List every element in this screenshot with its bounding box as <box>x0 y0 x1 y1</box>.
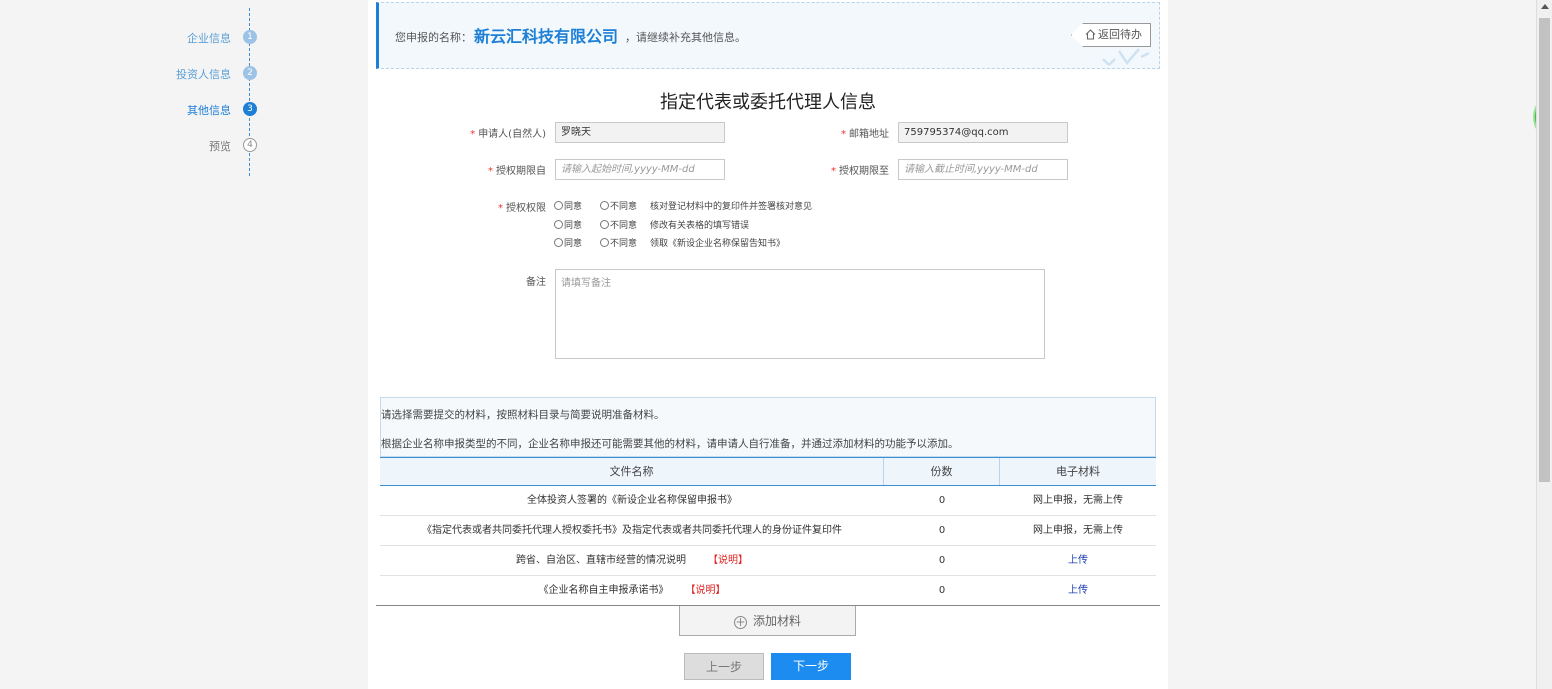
step-number: 4 <box>243 138 257 152</box>
auth-scope-label: * 授权权限 <box>498 203 546 214</box>
email-label: * 邮箱地址 <box>841 129 889 140</box>
electronic-cell: 网上申报，无需上传 <box>1033 525 1123 536</box>
disagree-radio[interactable]: 不同意 <box>600 236 637 249</box>
auth-end-label: * 授权期限至 <box>831 166 889 177</box>
banner-prefix: 您申报的名称： <box>395 31 472 44</box>
count-cell: 0 <box>938 495 946 506</box>
auth-option-desc: 领取《新设企业名称保留告知书》 <box>650 239 786 249</box>
auth-option-desc: 修改有关表格的填写错误 <box>650 221 750 231</box>
table-row: 《指定代表或者共同委托代理人授权委托书》及指定代表或者共同委托代理人的身份证件复… <box>380 516 1156 546</box>
disagree-radio[interactable]: 不同意 <box>600 199 637 212</box>
add-material-button[interactable]: + 添加材料 <box>679 606 856 636</box>
disagree-radio[interactable]: 不同意 <box>600 218 637 231</box>
required-mark: * <box>488 166 493 177</box>
banner-suffix: ，请继续补充其他信息。 <box>625 31 746 44</box>
auth-start-date-input[interactable]: 请输入起始时间,yyyy-MM-dd <box>555 159 725 180</box>
back-to-todo-label: 返回待办 <box>1098 28 1142 41</box>
auth-end-date-input[interactable]: 请输入截止时间,yyyy-MM-dd <box>898 159 1068 180</box>
next-step-button[interactable]: 下一步 <box>771 653 851 680</box>
required-mark: * <box>498 203 503 214</box>
agree-radio[interactable]: 同意 <box>554 199 582 212</box>
electronic-cell: 网上申报，无需上传 <box>1033 495 1123 506</box>
notice-line: 根据企业名称申报类型的不同，企业名称申报还可能需要其他的材料，请申请人自行准备，… <box>381 438 959 450</box>
radio-icon <box>600 238 609 247</box>
radio-icon <box>600 201 609 210</box>
vertical-scrollbar[interactable] <box>1536 0 1552 689</box>
file-name-cell: 跨省、自治区、直辖市经营的情况说明 【说明】 <box>516 555 748 566</box>
remark-textarea[interactable]: 请填写备注 <box>555 269 1045 359</box>
required-mark: * <box>831 166 836 177</box>
table-row: 全体投资人签署的《新设企业名称保留申报书》 0 网上申报，无需上传 <box>380 486 1156 516</box>
table-row: 跨省、自治区、直辖市经营的情况说明 【说明】 0 上传 <box>380 546 1156 576</box>
count-cell: 0 <box>938 525 946 536</box>
step-label: 企业信息 <box>187 32 231 45</box>
step-investor-info[interactable]: 投资人信息 2 <box>0 64 262 82</box>
progress-stepper: 企业信息 1 投资人信息 2 其他信息 3 预览 4 <box>0 0 370 689</box>
step-other-info[interactable]: 其他信息 3 <box>0 100 262 118</box>
radio-icon <box>600 220 609 229</box>
required-mark: * <box>470 129 476 140</box>
upload-link[interactable]: 上传 <box>1068 585 1088 596</box>
application-banner: 您申报的名称： 新云汇科技有限公司 ，请继续补充其他信息。 返回待办 <box>376 2 1160 69</box>
auth-start-label: * 授权期限自 <box>488 166 546 177</box>
radio-icon <box>554 220 563 229</box>
prev-step-button[interactable]: 上一步 <box>684 653 764 680</box>
radio-icon <box>554 238 563 247</box>
home-icon <box>1085 29 1096 40</box>
electronic-cell: 上传 <box>1000 546 1156 575</box>
step-label: 其他信息 <box>187 104 231 117</box>
count-cell: 0 <box>938 555 946 566</box>
explain-link[interactable]: 【说明】 <box>691 585 726 596</box>
step-preview[interactable]: 预览 4 <box>0 136 262 154</box>
materials-notice: 请选择需要提交的材料，按照材料目录与简要说明准备材料。 根据企业名称申报类型的不… <box>380 397 1156 457</box>
email-field[interactable]: 759795374@qq.com <box>898 122 1068 143</box>
step-label: 投资人信息 <box>176 68 231 81</box>
required-mark: * <box>841 129 846 140</box>
form-title: 指定代表或委托代理人信息 <box>660 92 876 113</box>
radio-icon <box>554 201 563 210</box>
header-count: 份数 <box>884 458 1000 485</box>
table-header: 文件名称 份数 电子材料 <box>380 457 1156 486</box>
company-name: 新云汇科技有限公司 <box>474 27 619 46</box>
scrollbar-thumb[interactable] <box>1539 18 1550 482</box>
scroll-up-arrow-icon[interactable] <box>1541 4 1549 9</box>
header-filename: 文件名称 <box>380 458 884 485</box>
applicant-label: * 申请人(自然人) <box>470 129 546 140</box>
agree-radio[interactable]: 同意 <box>554 218 582 231</box>
add-material-label: 添加材料 <box>752 614 801 628</box>
remark-label: 备注 <box>526 277 546 288</box>
step-company-info[interactable]: 企业信息 1 <box>0 28 262 46</box>
file-name-cell: 《企业名称自主申报承诺书》 【说明】 <box>538 585 726 596</box>
plus-circle-icon: + <box>733 615 747 629</box>
step-number: 1 <box>243 30 257 44</box>
notice-line: 请选择需要提交的材料，按照材料目录与简要说明准备材料。 <box>381 409 665 421</box>
decorative-pattern-icon <box>1102 48 1150 66</box>
auth-option-desc: 核对登记材料中的复印件并签署核对意见 <box>650 202 813 212</box>
step-number: 2 <box>243 66 257 80</box>
file-name-cell: 全体投资人签署的《新设企业名称保留申报书》 <box>527 495 737 506</box>
agree-radio[interactable]: 同意 <box>554 236 582 249</box>
step-number: 3 <box>243 102 257 116</box>
file-name-cell: 《指定代表或者共同委托代理人授权委托书》及指定代表或者共同委托代理人的身份证件复… <box>422 525 842 536</box>
header-electronic: 电子材料 <box>1056 465 1100 478</box>
count-cell: 0 <box>938 585 946 596</box>
table-row: 《企业名称自主申报承诺书》 【说明】 0 上传 <box>380 576 1156 606</box>
explain-link[interactable]: 【说明】 <box>708 555 748 566</box>
applicant-field[interactable]: 罗晓天 <box>555 122 725 143</box>
electronic-cell: 上传 <box>1000 576 1156 605</box>
main-panel: 您申报的名称： 新云汇科技有限公司 ，请继续补充其他信息。 返回待办 指定代表或… <box>368 0 1168 689</box>
upload-link[interactable]: 上传 <box>1068 555 1088 566</box>
step-label: 预览 <box>209 140 231 153</box>
